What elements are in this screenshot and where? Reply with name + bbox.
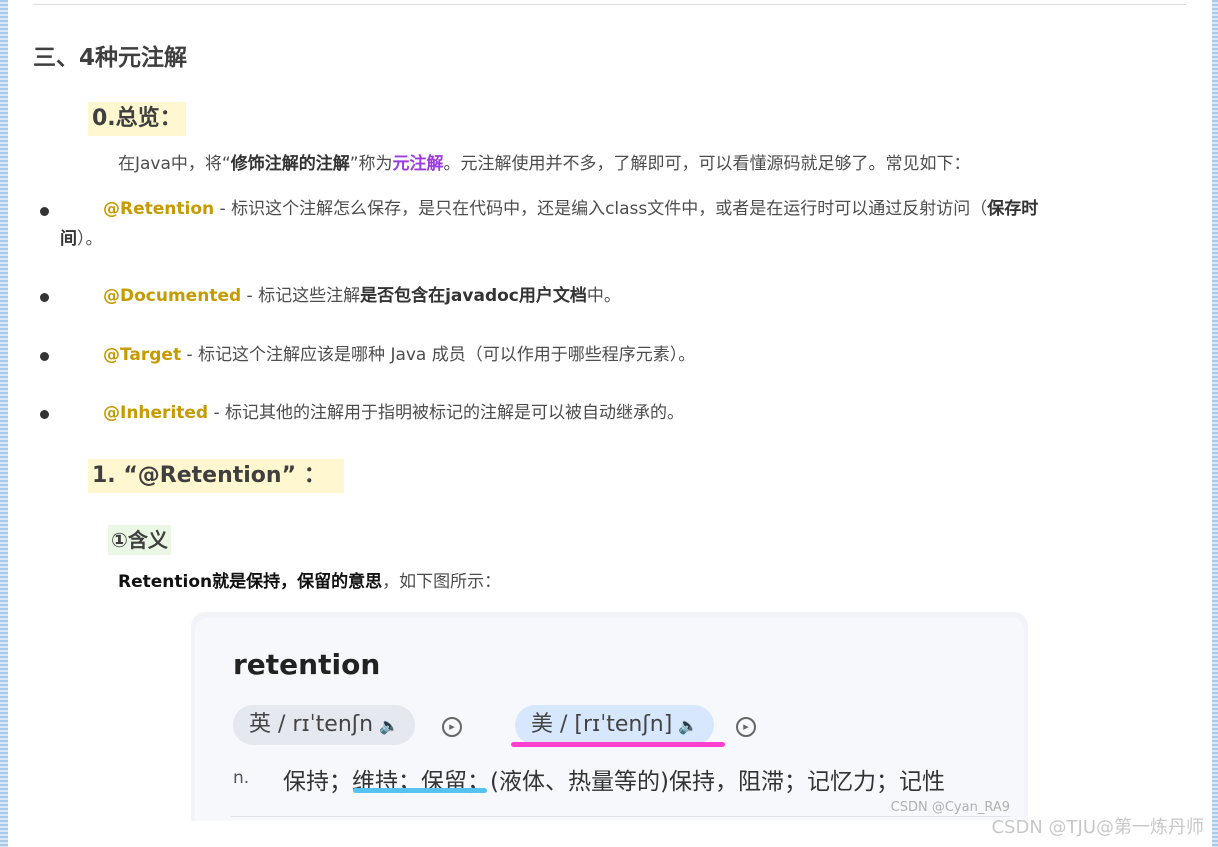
meaning-subheading: ①含义 (108, 525, 171, 555)
dictionary-word: retention (233, 648, 381, 681)
overview-heading: 0.总览： (88, 102, 186, 136)
retention-description: Retention就是保持，保留的意思，如下图所示： (118, 572, 502, 592)
uk-pronunciation: 英 / rɪˈtenʃn 🔈 (233, 705, 416, 745)
us-pronunciation-highlight (511, 742, 725, 747)
dictionary-card: retention 英 / rɪˈtenʃn 🔈 ▸ 美 / [rɪˈtenʃn]… (195, 618, 1024, 821)
page-watermark: CSDN @TJU@第一炼丹师 (991, 817, 1204, 838)
replay-icon: ▸ (736, 717, 756, 737)
bullet-dot (40, 410, 49, 419)
list-item-inherited: @Inherited - 标记其他的注解用于指明被标记的注解是可以被自动继承的。 (103, 403, 685, 423)
card-divider (231, 816, 1010, 817)
definition-highlight (353, 788, 487, 793)
list-item-documented: @Documented - 标记这些注解是否包含在javadoc用户文档中。 (103, 286, 621, 306)
retention-heading: 1. “@Retention” ： (88, 459, 344, 493)
left-page-border (0, 0, 8, 847)
bullet-dot (40, 352, 49, 361)
speaker-icon: 🔈 (678, 716, 699, 735)
dictionary-image: retention 英 / rɪˈtenʃn 🔈 ▸ 美 / [rɪˈtenʃn]… (191, 612, 1028, 821)
speaker-icon: 🔈 (379, 716, 400, 735)
right-page-border (1212, 0, 1218, 847)
list-item-retention: @Retention - 标识这个注解怎么保存，是只在代码中，还是编入class… (103, 199, 1039, 219)
top-divider (33, 4, 1186, 5)
list-item-target: @Target - 标记这个注解应该是哪种 Java 成员（可以作用于哪些程序元… (103, 345, 696, 365)
part-of-speech: n. (233, 768, 250, 788)
bullet-dot (40, 207, 49, 216)
list-item-retention-cont: 间）。 (60, 229, 103, 249)
section-title: 三、4种元注解 (33, 45, 188, 71)
overview-intro: 在Java中，将“修饰注解的注解”称为元注解。元注解使用并不多，了解即可，可以看… (118, 154, 971, 174)
bullet-dot (40, 293, 49, 302)
us-pronunciation: 美 / [rɪˈtenʃn] 🔈 (515, 705, 715, 745)
replay-icon: ▸ (442, 717, 462, 737)
